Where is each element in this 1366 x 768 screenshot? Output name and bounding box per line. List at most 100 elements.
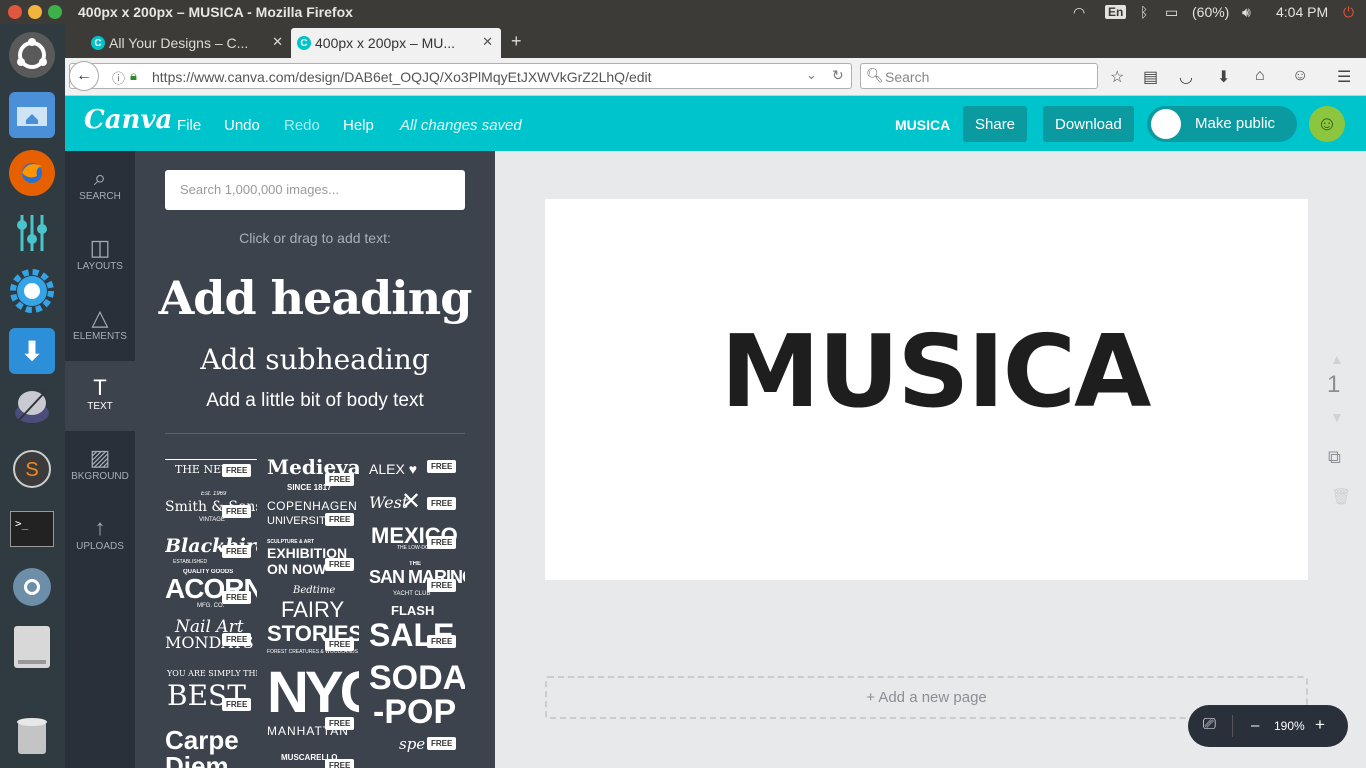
add-heading-button[interactable]: Add heading [135, 271, 495, 325]
sidenav-background[interactable]: ▨ BKGROUND [65, 431, 135, 501]
ubuntu-dash-icon[interactable] [9, 32, 55, 78]
battery-percent[interactable]: (60%) [1192, 4, 1229, 20]
text-template-carpe-diem[interactable]: Carpe Diem [165, 725, 257, 768]
download-icon[interactable]: ⬇ [1217, 67, 1230, 87]
bluetooth-icon[interactable]: ᛒ [1140, 4, 1148, 20]
text-template-blackbird[interactable]: Blackbird ESTABLISHED FREE [165, 535, 257, 569]
terminal-icon[interactable]: >_ [9, 506, 55, 552]
bookmark-star-icon[interactable]: ☆ [1110, 67, 1124, 87]
text-template-nyc[interactable]: NYC MANHATTAN FREE [267, 661, 359, 737]
sidenav-layouts[interactable]: ◫ LAYOUTS [65, 221, 135, 291]
text-template-exhibition[interactable]: SCULPTURE & ART EXHIBITION ON NOW FREE [267, 539, 359, 579]
template-text: -POP [373, 693, 457, 731]
tab-all-designs[interactable]: C All Your Designs – C... ✕ [85, 28, 291, 58]
reading-list-icon[interactable]: ▤ [1143, 67, 1158, 87]
chat-icon[interactable]: ☺ [1292, 67, 1308, 85]
sidenav-text[interactable]: T TEXT [65, 361, 135, 431]
text-template-alex[interactable]: ALEX ♥ FREE [369, 457, 465, 487]
sublime-text-icon[interactable]: S [9, 446, 55, 492]
text-template-copenhagen[interactable]: COPENHAGEN UNIVERSITY FREE [267, 499, 359, 533]
free-badge: FREE [427, 497, 457, 510]
search-bar[interactable]: 🔍︎ Search [860, 63, 1098, 89]
text-template-simply-best[interactable]: YOU ARE SIMPLY THE BEST FREE [165, 669, 257, 715]
image-search-input[interactable]: Search 1,000,000 images... [165, 170, 465, 210]
reload-icon[interactable]: ↻ [832, 67, 844, 84]
close-tab-icon[interactable]: ✕ [272, 34, 283, 50]
disk-utility-icon[interactable] [9, 384, 55, 430]
template-subtext: VINTAGE [199, 517, 225, 523]
design-name[interactable]: MUSICA [895, 117, 950, 133]
firefox-icon[interactable] [9, 150, 55, 196]
tab-musica[interactable]: C 400px x 200px – MU... ✕ [291, 28, 501, 58]
minimize-window-button[interactable] [28, 5, 42, 19]
menu-redo[interactable]: Redo [284, 117, 320, 134]
text-template-flash-sale[interactable]: FLASH SALE FREE [369, 603, 465, 655]
sidenav-elements[interactable]: △ ELEMENTS [65, 291, 135, 361]
mixer-icon[interactable] [9, 210, 55, 256]
back-button[interactable]: ← [69, 61, 99, 91]
page-up-icon[interactable]: ▲ [1330, 351, 1344, 367]
wifi-icon[interactable]: ◠ [1073, 4, 1085, 21]
design-text-musica[interactable]: MUSICA [545, 313, 1325, 430]
menu-hamburger-icon[interactable]: ☰ [1337, 67, 1351, 87]
menu-file[interactable]: File [177, 117, 201, 134]
duplicate-page-icon[interactable]: ⧉ [1328, 447, 1341, 468]
url-text[interactable]: https://www.canva.com/design/DAB6et_OQJQ… [152, 69, 652, 85]
new-tab-icon[interactable]: + [511, 31, 522, 52]
url-dropdown-icon[interactable]: ⌄ [806, 67, 817, 83]
avatar[interactable]: ☺ [1309, 106, 1345, 142]
close-window-button[interactable] [8, 5, 22, 19]
sidenav-search[interactable]: ⌕ SEARCH [65, 151, 135, 221]
download-button[interactable]: Download [1043, 106, 1134, 142]
chromium-icon[interactable] [9, 564, 55, 610]
settings-gear-icon[interactable] [9, 268, 55, 314]
pocket-icon[interactable]: ◡ [1179, 67, 1193, 87]
present-icon[interactable]: ⎚ [1203, 716, 1216, 734]
add-body-text-button[interactable]: Add a little bit of body text [135, 390, 495, 412]
text-template-soda-pop[interactable]: SODA -POP [369, 659, 465, 733]
free-badge: FREE [427, 737, 457, 750]
add-subheading-button[interactable]: Add subheading [135, 343, 495, 376]
battery-icon[interactable]: ▭ [1165, 4, 1178, 21]
text-template-medieval[interactable]: Medieval SINCE 1817 FREE [267, 455, 359, 495]
menu-undo[interactable]: Undo [224, 117, 260, 134]
free-badge: FREE [427, 635, 457, 648]
trash-icon[interactable] [9, 712, 55, 758]
design-page[interactable]: MUSICA [545, 199, 1308, 580]
page-down-icon[interactable]: ▼ [1330, 409, 1344, 425]
text-template-smith-sons[interactable]: Est. 1969 Smith & Sons VINTAGE FREE [165, 491, 257, 527]
text-template-acorn[interactable]: QUALITY GOODS ACORN MFG. CO. FREE [165, 569, 257, 611]
text-template-fairy-stories[interactable]: Bedtime FAIRY STORIES FOREST CREATURES &… [267, 585, 359, 661]
text-template-san-marino[interactable]: THE SAN MARINO YACHT CLUB FREE [369, 561, 465, 601]
make-public-toggle[interactable]: Make public [1147, 106, 1297, 142]
text-template-west[interactable]: West ✕ FREE [369, 487, 465, 521]
clock[interactable]: 4:04 PM [1276, 4, 1328, 20]
keyboard-layout-indicator[interactable]: En [1105, 5, 1127, 19]
sidenav-uploads[interactable]: ↑ UPLOADS [65, 501, 135, 571]
layouts-icon: ◫ [89, 235, 111, 260]
share-button[interactable]: Share [963, 106, 1028, 142]
zoom-level[interactable]: 190% [1274, 719, 1305, 733]
files-icon[interactable] [9, 92, 55, 138]
text-template-muscarello[interactable]: MUSCARELLO FREE [267, 749, 359, 768]
sidenav-label: BKGROUND [71, 471, 129, 482]
delete-page-icon[interactable]: 🗑︎ [1331, 487, 1351, 507]
info-icon[interactable]: ⓘ [112, 68, 125, 87]
zoom-in-button[interactable]: + [1315, 715, 1325, 735]
template-subtext: ON NOW [267, 561, 327, 577]
maximize-window-button[interactable] [48, 5, 62, 19]
home-icon[interactable]: ⌂ [1255, 67, 1265, 85]
menu-help[interactable]: Help [343, 117, 374, 134]
power-icon[interactable]: ⏻ [1343, 4, 1354, 21]
close-tab-icon[interactable]: ✕ [482, 34, 493, 50]
text-template-nail-art[interactable]: Nail Art MONDAYS FREE [165, 617, 257, 657]
software-updater-icon[interactable]: ⬇ [9, 328, 55, 374]
drive-icon[interactable] [9, 624, 55, 670]
url-bar[interactable]: ⓘ 🔒︎ https://www.canva.com/design/DAB6et… [69, 63, 852, 89]
canva-logo[interactable]: Canva [84, 105, 172, 135]
volume-icon[interactable]: 🔊︎ [1242, 4, 1251, 21]
text-template-mexico[interactable]: MEXICO THE LOW-DOWN FREE [369, 523, 465, 557]
zoom-out-button[interactable]: – [1251, 717, 1259, 734]
text-template-spe[interactable]: spe FREE [369, 735, 465, 768]
text-template-the-new[interactable]: THE NEW FREE [165, 457, 257, 487]
